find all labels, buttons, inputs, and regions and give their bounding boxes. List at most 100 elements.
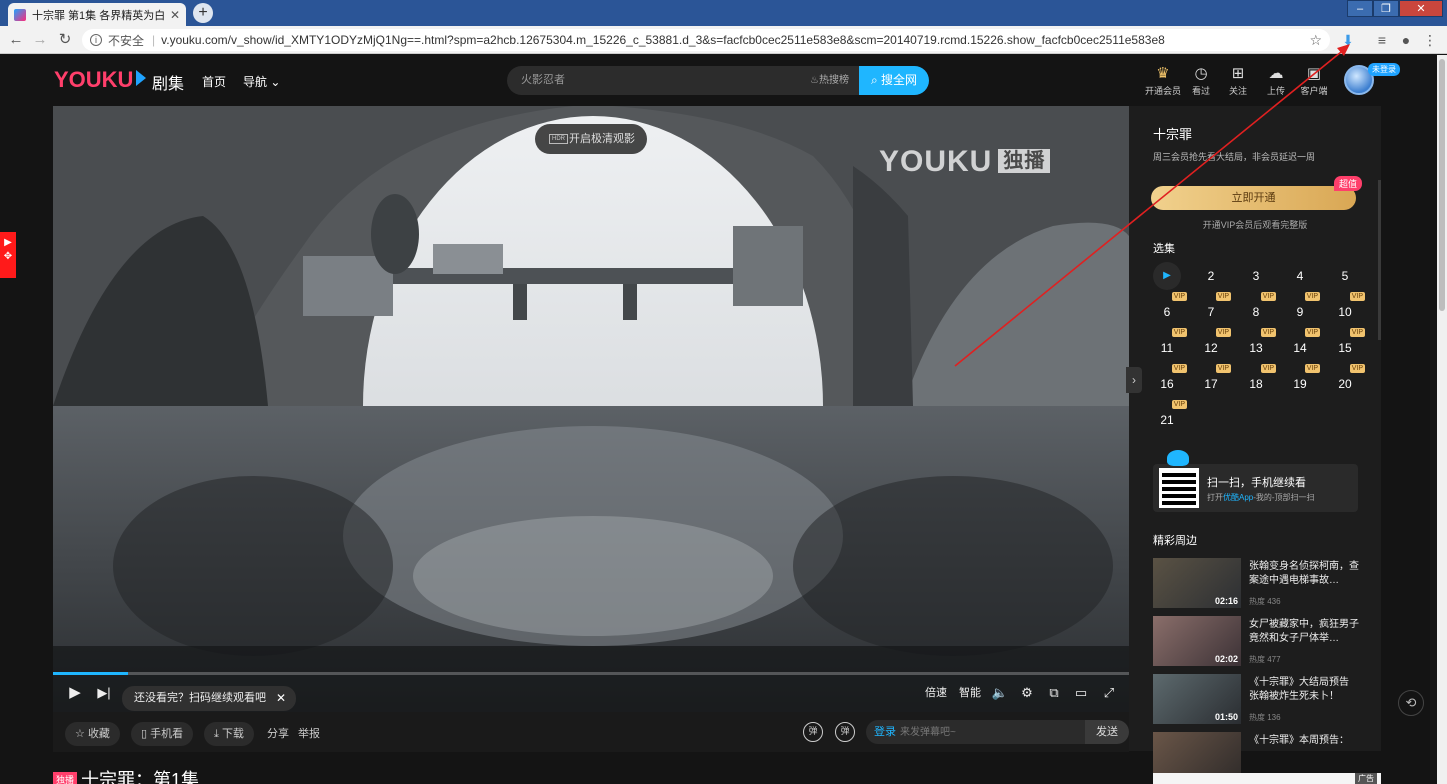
episode-7[interactable]: 7 VIP	[1197, 292, 1231, 326]
video-thumbnail[interactable]: 01:50	[1153, 674, 1241, 724]
follow-button[interactable]: ⊞ 关注	[1218, 64, 1258, 97]
episode-21[interactable]: 21 VIP	[1153, 400, 1187, 434]
fullscreen-icon[interactable]: ⤢	[1098, 682, 1120, 704]
episode-14[interactable]: 14 VIP	[1286, 328, 1320, 362]
volume-icon[interactable]: 🔈	[989, 682, 1011, 704]
related-video-title[interactable]: 张翰变身名侦探柯南，查案途中遇电梯事故…	[1249, 560, 1359, 588]
login-status-badge[interactable]: 未登录	[1368, 63, 1400, 76]
open-vip-button[interactable]: ♛ 开通会员	[1143, 64, 1183, 97]
related-video-item[interactable]: 02:16 张翰变身名侦探柯南，查案途中遇电梯事故… 热度 436	[1153, 558, 1373, 608]
progress-bar[interactable]	[53, 672, 1129, 675]
tip-close-icon[interactable]: ✕	[276, 686, 286, 711]
browser-tab[interactable]: 十宗罪 第1集 各界精英为白骨案 ✕	[8, 3, 186, 26]
episode-2[interactable]: 2	[1197, 262, 1225, 290]
download-arrow-icon[interactable]: ⬇	[1338, 30, 1358, 50]
feedback-float-icon[interactable]: ⟲	[1398, 690, 1424, 716]
search-input[interactable]: 火影忍者 ♨热搜榜	[507, 66, 859, 95]
nav-home-link[interactable]: 首页	[202, 73, 226, 90]
episode-17[interactable]: 17 VIP	[1197, 364, 1231, 398]
danmu-toggle-icon[interactable]: 弹	[803, 722, 823, 742]
episode-number: 10	[1338, 305, 1352, 319]
related-video-title[interactable]: 女尸被藏家中，疯狂男子竟然和女子尸体举…	[1249, 618, 1359, 646]
speed-button[interactable]: 倍速	[925, 682, 947, 704]
new-tab-button[interactable]: +	[193, 3, 213, 23]
danmu-input[interactable]: 登录 来发弹幕吧~	[866, 720, 1085, 744]
quality-button[interactable]: 智能	[959, 682, 981, 704]
related-video-heat: 热度 436	[1249, 597, 1281, 606]
danmu-login-link[interactable]: 登录	[874, 726, 896, 738]
report-link[interactable]: 举报	[298, 722, 320, 746]
next-episode-icon[interactable]: ▶|	[93, 682, 115, 704]
search-button[interactable]: ⌕ 搜全网	[859, 66, 929, 95]
menu-kebab-icon[interactable]: ⋮	[1420, 30, 1440, 50]
reading-list-icon[interactable]: ≡	[1372, 30, 1392, 50]
episode-20[interactable]: 20 VIP	[1331, 364, 1365, 398]
channel-title[interactable]: 剧集	[152, 70, 184, 94]
client-download-button[interactable]: ▣ 客户端	[1294, 64, 1334, 97]
left-float-widget[interactable]: ▶ ✥	[0, 232, 16, 278]
window-controls: – ❐ ✕	[1347, 0, 1443, 17]
forward-arrow-icon[interactable]: →	[30, 30, 50, 50]
episode-18[interactable]: 18 VIP	[1242, 364, 1276, 398]
episode-13[interactable]: 13 VIP	[1242, 328, 1276, 362]
related-video-title[interactable]: 《十宗罪》大结局预告 张翰被炸生死未卜！	[1249, 676, 1359, 704]
episode-6[interactable]: 6 VIP	[1153, 292, 1187, 326]
episode-5[interactable]: 5	[1331, 262, 1359, 290]
reload-icon[interactable]: ↻	[55, 30, 75, 50]
profile-icon[interactable]: ●	[1396, 30, 1416, 50]
episode-4[interactable]: 4	[1286, 262, 1314, 290]
related-video-title[interactable]: 《十宗罪》本周预告：	[1249, 734, 1359, 748]
settings-gear-icon[interactable]: ⚙	[1016, 682, 1038, 704]
bookmark-star-icon[interactable]: ☆	[1309, 32, 1322, 49]
side-panel-scrollbar[interactable]	[1378, 180, 1381, 340]
collect-button[interactable]: ☆ 收藏	[65, 722, 120, 746]
back-arrow-icon[interactable]: ←	[6, 30, 26, 50]
video-thumbnail[interactable]: 02:16	[1153, 558, 1241, 608]
tab-title: 十宗罪 第1集 各界精英为白骨案	[32, 9, 166, 22]
hot-search-link[interactable]: ♨热搜榜	[810, 66, 849, 95]
tab-close-icon[interactable]: ✕	[170, 8, 180, 22]
episode-19[interactable]: 19 VIP	[1286, 364, 1320, 398]
send-danmu-button[interactable]: 发送	[1085, 720, 1129, 744]
ad-banner[interactable]: 广告	[1153, 773, 1381, 784]
download-button[interactable]: ⤓ 下载	[204, 722, 254, 746]
upload-button[interactable]: ☁ 上传	[1256, 64, 1296, 97]
page-scroll-thumb[interactable]	[1439, 59, 1445, 311]
watch-on-phone-button[interactable]: ▯ 手机看	[131, 722, 194, 746]
panel-collapse-chevron-icon[interactable]: ›	[1126, 367, 1142, 393]
now-playing-icon: ▶	[1163, 270, 1171, 281]
video-thumbnail[interactable]: 02:02	[1153, 616, 1241, 666]
youku-logo[interactable]: YOUKU	[54, 67, 147, 93]
nav-guide-dropdown[interactable]: 导航 ⌄	[243, 73, 280, 90]
related-video-item[interactable]: 02:02 女尸被藏家中，疯狂男子竟然和女子尸体举… 热度 477	[1153, 616, 1373, 666]
close-window-icon[interactable]: ✕	[1399, 0, 1443, 17]
episode-9[interactable]: 9 VIP	[1286, 292, 1320, 326]
hdr-toggle-button[interactable]: HDR 开启极清观影	[535, 124, 647, 154]
info-icon[interactable]: i	[90, 34, 102, 46]
restore-icon[interactable]: ❐	[1373, 0, 1399, 17]
episode-8[interactable]: 8 VIP	[1242, 292, 1276, 326]
episode-16[interactable]: 16 VIP	[1153, 364, 1187, 398]
episode-1[interactable]: ▶	[1153, 262, 1181, 290]
episode-10[interactable]: 10 VIP	[1331, 292, 1365, 326]
url-text[interactable]: v.youku.com/v_show/id_XMTY1ODYzMjQ1Ng==.…	[161, 33, 1309, 47]
address-bar[interactable]: i 不安全 | v.youku.com/v_show/id_XMTY1ODYzM…	[82, 29, 1330, 51]
related-video-item[interactable]: 01:50 《十宗罪》大结局预告 张翰被炸生死未卜！ 热度 136	[1153, 674, 1373, 724]
youku-app-link[interactable]: 优酷App	[1223, 493, 1253, 502]
play-icon[interactable]: ▶	[64, 682, 86, 704]
vip-open-button[interactable]: 立即开通	[1151, 186, 1356, 210]
episode-11[interactable]: 11 VIP	[1153, 328, 1187, 362]
history-button[interactable]: ◷ 看过	[1181, 64, 1221, 97]
show-title[interactable]: 十宗罪	[1153, 124, 1192, 143]
pip-icon[interactable]: ⧉	[1043, 682, 1065, 704]
page-scrollbar[interactable]	[1437, 55, 1447, 784]
danmu-settings-icon[interactable]: 弹	[835, 722, 855, 742]
episode-15[interactable]: 15 VIP	[1331, 328, 1365, 362]
share-link[interactable]: 分享	[267, 722, 289, 746]
episode-3[interactable]: 3	[1242, 262, 1270, 290]
theater-mode-icon[interactable]: ▭	[1070, 682, 1092, 704]
video-player[interactable]: HDR 开启极清观影 YOUKU 独播 ▶ ▶| 还没看完？扫码继续观看吧 ✕ 倍…	[53, 106, 1129, 712]
minimize-icon[interactable]: –	[1347, 0, 1373, 17]
youku-favicon-icon	[14, 8, 26, 21]
episode-12[interactable]: 12 VIP	[1197, 328, 1231, 362]
